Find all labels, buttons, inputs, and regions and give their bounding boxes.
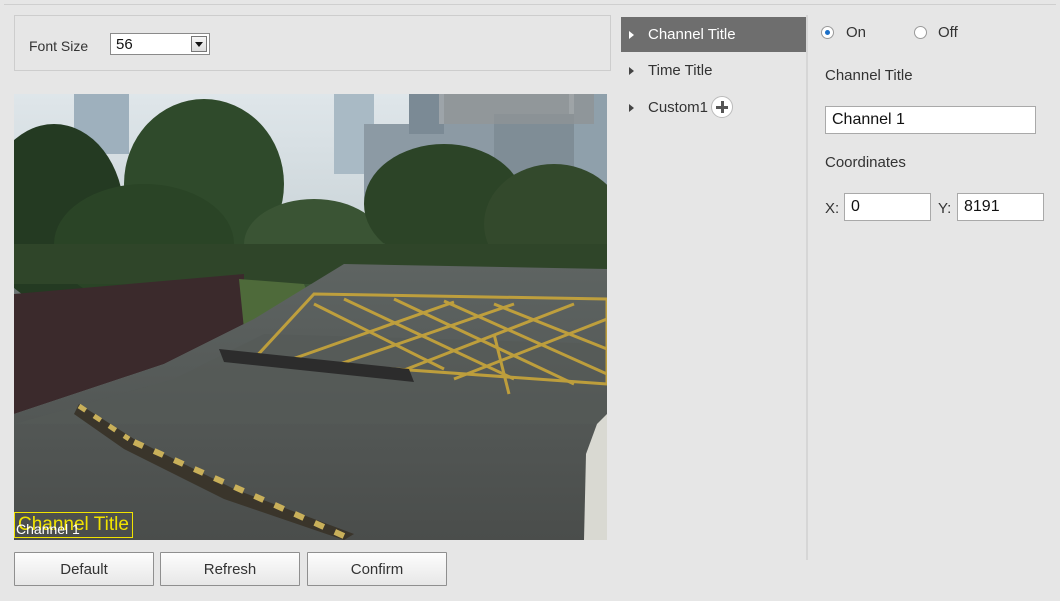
caret-right-icon [629, 104, 634, 112]
confirm-button[interactable]: Confirm [307, 552, 447, 586]
caret-right-icon [629, 67, 634, 75]
off-radio[interactable] [914, 26, 927, 39]
font-size-panel: Font Size 56 [14, 15, 611, 71]
x-label: X: [825, 200, 840, 217]
channel-title-input[interactable] [825, 106, 1036, 134]
osd-channel-name: Channel 1 [16, 521, 80, 537]
on-radio[interactable] [821, 26, 834, 39]
y-coordinate-input[interactable] [957, 193, 1044, 221]
caret-right-icon [629, 31, 634, 39]
font-size-value: 56 [116, 36, 133, 53]
video-preview: Channel Title Channel 1 [14, 94, 607, 540]
plus-circle-icon[interactable] [711, 96, 733, 118]
tree-item-label: Channel Title [648, 26, 736, 43]
tree-item-channel-title[interactable]: Channel Title [621, 17, 806, 52]
tree-item-label: Custom1 [648, 99, 709, 116]
on-radio-label[interactable]: On [846, 24, 866, 41]
frame-top-line [4, 4, 1056, 5]
overlay-type-tree: Channel Title Time Title Custom1 [621, 15, 807, 560]
font-size-label: Font Size [29, 38, 89, 54]
x-coordinate-input[interactable] [844, 193, 931, 221]
font-size-select[interactable]: 56 [110, 33, 210, 55]
coordinates-label: Coordinates [825, 154, 906, 171]
chevron-down-icon[interactable] [191, 36, 207, 52]
tree-item-custom1[interactable]: Custom1 [621, 90, 806, 125]
channel-title-label: Channel Title [825, 67, 913, 84]
refresh-button[interactable]: Refresh [160, 552, 300, 586]
default-button[interactable]: Default [14, 552, 154, 586]
y-label: Y: [938, 200, 952, 217]
camera-scene-image [14, 94, 607, 540]
tree-item-time-title[interactable]: Time Title [621, 53, 806, 88]
off-radio-label[interactable]: Off [938, 24, 958, 41]
tree-item-label: Time Title [648, 62, 713, 79]
panel-divider [806, 15, 808, 560]
